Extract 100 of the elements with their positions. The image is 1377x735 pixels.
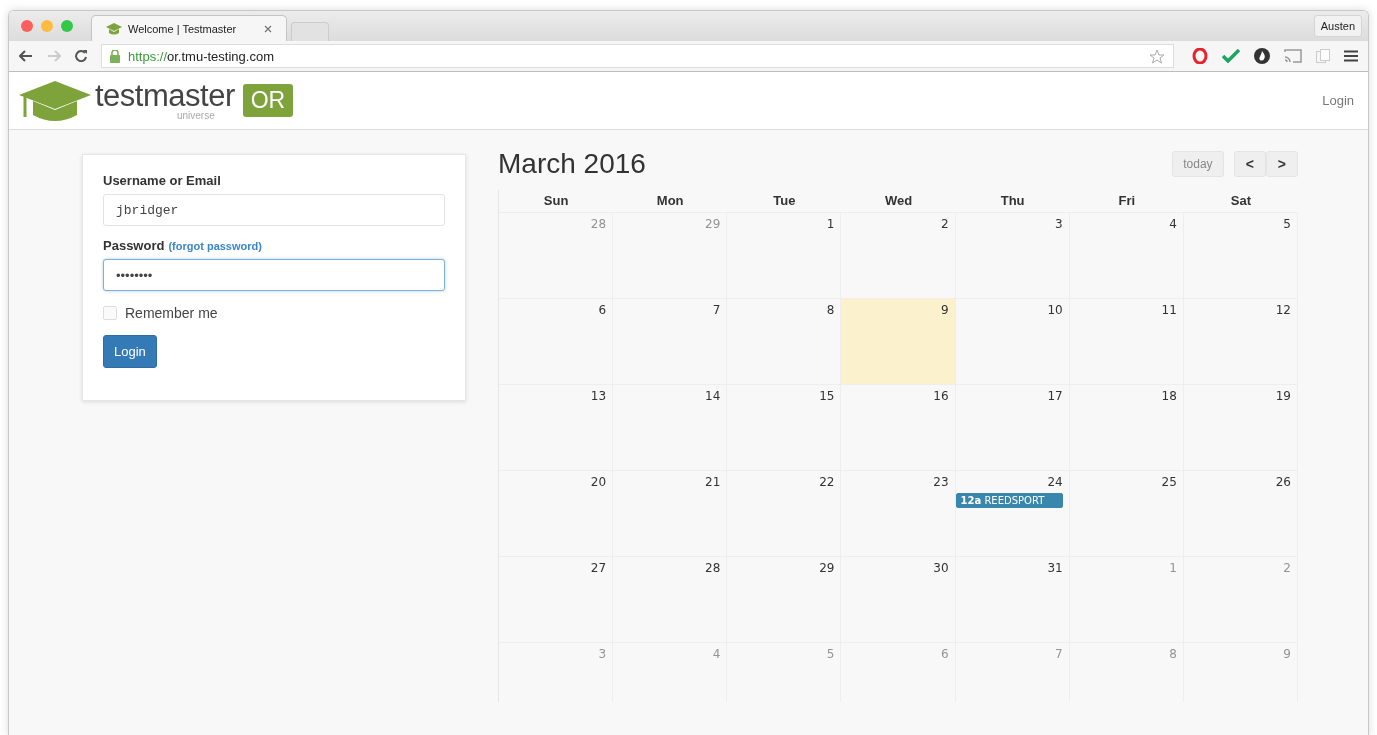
state-badge: OR [242,84,294,117]
day-cell[interactable]: 13 [499,384,614,470]
day-number: 25 [1161,475,1177,489]
menu-icon[interactable] [1344,50,1358,62]
day-cell[interactable]: 22 [727,470,842,556]
day-cell[interactable]: 12 [1183,298,1298,384]
pages-icon[interactable] [1316,49,1330,63]
logo-subtitle: universe [176,111,215,121]
weekday-header: Sun [542,192,570,210]
next-button[interactable]: > [1265,151,1298,177]
day-number: 9 [1283,647,1291,661]
day-cell[interactable]: 2 [841,212,956,298]
day-number: 20 [590,475,607,489]
day-cell[interactable]: 16 [841,384,956,470]
day-cell[interactable]: 20 [499,470,614,556]
day-number: 26 [1275,475,1291,489]
browser-tab[interactable]: Welcome | Testmaster [91,15,287,41]
day-cell[interactable]: 8 [727,298,842,384]
day-cell[interactable]: 14 [613,384,728,470]
calendar-event[interactable]: 12a REEDSPORT [955,493,1063,508]
username-field[interactable]: jbridger [103,194,445,226]
day-cell[interactable]: 10 [955,298,1070,384]
checkmark-icon[interactable] [1222,49,1240,63]
day-number: 11 [1161,303,1177,317]
day-number: 8 [826,303,835,317]
opera-icon[interactable] [1192,48,1208,64]
lock-icon [110,49,120,63]
day-cell[interactable]: 15 [727,384,842,470]
day-number: 29 [705,217,721,231]
login-button[interactable]: Login [103,335,157,368]
day-cell[interactable]: 23 [841,470,956,556]
day-cell[interactable]: 28 [613,556,728,642]
day-cell[interactable]: 17 [955,384,1070,470]
day-number: 24 [1047,475,1063,489]
day-number: 10 [1047,303,1063,317]
day-number: 6 [598,303,607,317]
profile-button[interactable]: Austen [1313,15,1362,37]
reload-icon[interactable] [75,50,87,62]
graduation-cap-icon [106,22,122,35]
remember-checkbox[interactable] [103,306,117,320]
day-number: 27 [590,561,607,575]
day-number: 29 [819,561,835,575]
day-number: 31 [1047,561,1063,575]
weekday-header: Tue [772,192,797,210]
day-cell[interactable]: 18 [1069,384,1184,470]
window-control-icon[interactable] [61,20,73,32]
login-link[interactable]: Login [1322,93,1354,108]
day-cell[interactable]: 5 [1183,212,1298,298]
day-cell[interactable]: 25 [1069,470,1184,556]
day-number: 14 [705,389,721,403]
day-number: 2 [940,217,949,231]
cast-icon[interactable] [1284,49,1302,63]
day-cell[interactable]: 24 12a REEDSPORT [955,470,1070,556]
back-icon[interactable] [19,50,33,62]
day-number: 4 [712,647,721,661]
day-cell[interactable]: 27 [499,556,614,642]
day-cell[interactable]: 26 [1183,470,1298,556]
day-cell[interactable]: 19 [1183,384,1298,470]
address-field[interactable]: https://or.tmu-testing.com [101,44,1174,68]
day-cell[interactable]: 21 [613,470,728,556]
window-control-icon[interactable] [41,20,53,32]
day-number: 28 [705,561,721,575]
forward-icon[interactable] [47,50,61,62]
day-number: 13 [590,389,607,403]
calendar-title: March 2016 [498,148,646,180]
day-number: 3 [1055,217,1063,231]
day-cell[interactable]: 31 [955,556,1070,642]
star-icon[interactable] [1149,48,1165,64]
password-field[interactable]: •••••••• [103,259,445,291]
day-number: 3 [598,647,607,661]
day-number: 1 [826,217,835,231]
day-cell[interactable]: 30 [841,556,956,642]
day-cell[interactable]: 3 [955,212,1070,298]
day-number: 17 [1047,389,1063,403]
day-number: 1 [1169,561,1177,575]
day-number: 18 [1161,389,1177,403]
day-number: 5 [826,647,835,661]
new-tab-button[interactable] [291,22,329,41]
weekday-header: Mon [655,192,685,210]
graduation-cap-icon [19,78,91,123]
day-number: 12 [1275,303,1291,317]
close-icon[interactable] [264,24,272,33]
day-number: 16 [933,389,949,403]
tab-title: Welcome | Testmaster [128,22,238,35]
day-number: 23 [933,475,949,489]
day-cell[interactable]: 7 [613,298,728,384]
window-control-icon[interactable] [21,20,33,32]
day-cell[interactable]: 9 [841,298,956,384]
forgot-password-link[interactable]: (forgot password) [168,240,262,252]
flame-icon[interactable] [1254,48,1270,64]
day-number: 9 [940,303,949,317]
day-number: 4 [1169,217,1177,231]
day-number: 22 [819,475,835,489]
day-cell[interactable]: 4 [1069,212,1184,298]
previous-button[interactable]: < [1233,151,1266,177]
day-cell[interactable]: 6 [499,298,614,384]
field-label: Password [103,238,165,253]
day-cell[interactable]: 29 [727,556,842,642]
day-cell[interactable]: 11 [1069,298,1184,384]
day-cell[interactable]: 1 [727,212,842,298]
